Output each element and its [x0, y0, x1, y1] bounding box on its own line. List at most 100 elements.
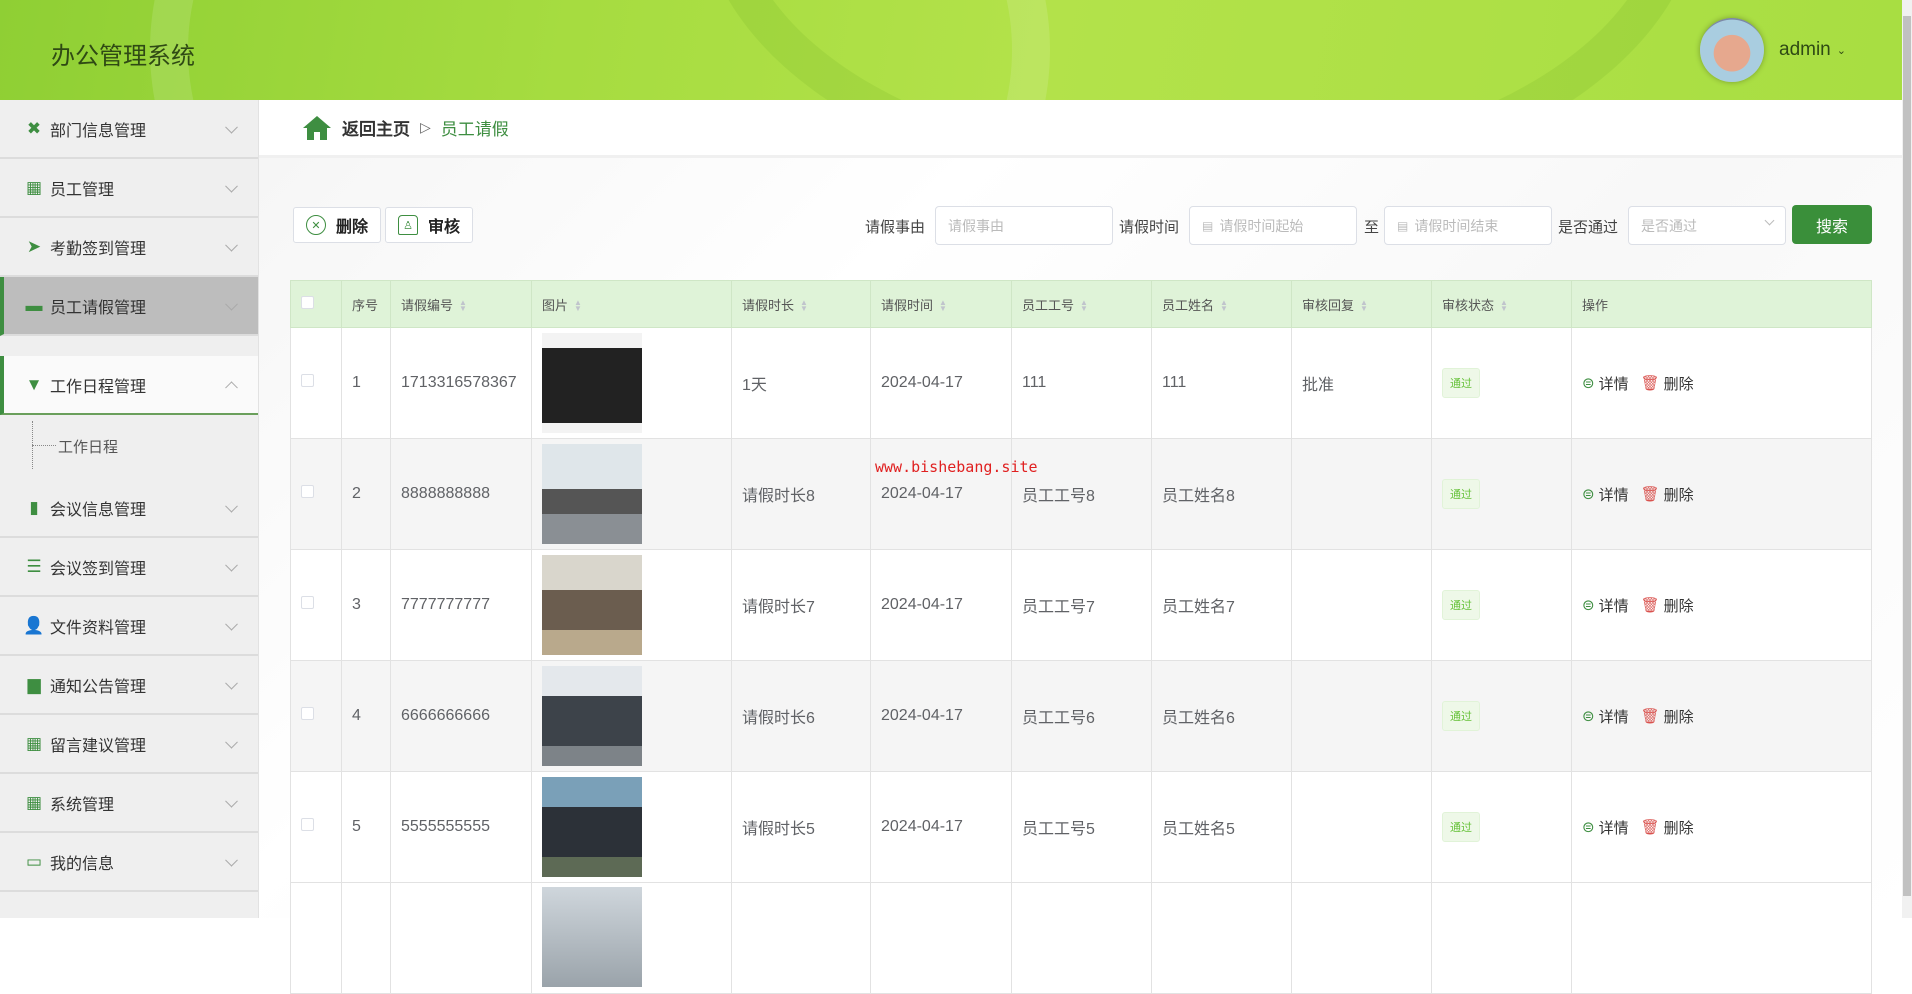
app-title: 办公管理系统	[51, 36, 195, 71]
no-cell: 1	[342, 328, 391, 439]
trash-icon: 🗑	[1641, 485, 1660, 503]
sidebar-subitem-schedule[interactable]: 工作日程	[0, 415, 258, 479]
row-checkbox[interactable]	[301, 707, 314, 720]
row-delete-label: 删除	[1664, 817, 1694, 838]
chevron-down-icon	[225, 499, 238, 512]
stamp-icon: ♙	[398, 215, 418, 235]
row-checkbox[interactable]	[301, 485, 314, 498]
home-icon[interactable]	[302, 115, 332, 141]
column-header[interactable]: 请假时间 ▲▼	[871, 281, 1012, 328]
sidebar-item-employee[interactable]: ▦员工管理	[0, 159, 258, 218]
row-delete-label: 删除	[1664, 484, 1694, 505]
column-header[interactable]: 审核回复 ▲▼	[1292, 281, 1432, 328]
sidebar-item-label: 留言建议管理	[50, 732, 146, 756]
emp_id-cell: 员工工号5	[1012, 772, 1152, 883]
no-cell: 5	[342, 772, 391, 883]
audit-button[interactable]: ♙审核	[385, 207, 473, 243]
pass-select[interactable]: 是否通过	[1628, 206, 1786, 245]
sidebar-item-schedule[interactable]: ▼工作日程管理	[0, 356, 258, 415]
select-all-checkbox[interactable]	[301, 296, 314, 309]
trash-icon: 🗑	[1641, 596, 1660, 614]
sidebar-item-meeting-signin[interactable]: ☰会议签到管理	[0, 538, 258, 597]
trash-icon: 🗑	[1641, 818, 1660, 836]
leave-photo[interactable]	[542, 333, 642, 433]
sort-icon[interactable]: ▲▼	[1080, 300, 1088, 312]
sidebar: ✖部门信息管理 ▦员工管理 ➤考勤签到管理 ▬员工请假管理 ▼工作日程管理 工作…	[0, 100, 259, 918]
sidebar-item-profile[interactable]: ▭我的信息	[0, 833, 258, 892]
detail-button[interactable]: ⊜详情	[1582, 484, 1629, 505]
sort-icon[interactable]: ▲▼	[459, 300, 467, 312]
leave-photo[interactable]	[542, 887, 642, 987]
time-end-input[interactable]: ▤请假时间结束	[1384, 206, 1552, 245]
detail-button[interactable]: ⊜详情	[1582, 373, 1629, 394]
time-start-input[interactable]: ▤请假时间起始	[1189, 206, 1357, 245]
column-header: 操作	[1572, 281, 1872, 328]
time-cell: 2024-04-17	[871, 328, 1012, 439]
row-select-cell	[291, 883, 342, 994]
row-delete-button[interactable]: 🗑删除	[1641, 706, 1694, 727]
detail-button[interactable]: ⊜详情	[1582, 817, 1629, 838]
reason-input[interactable]: 请假事由	[935, 206, 1113, 245]
scrollbar-thumb[interactable]	[1903, 16, 1911, 896]
detail-label: 详情	[1599, 484, 1629, 505]
row-checkbox[interactable]	[301, 596, 314, 609]
sidebar-item-meeting[interactable]: ▮会议信息管理	[0, 479, 258, 538]
duration-cell: 请假时长5	[732, 772, 871, 883]
column-header[interactable]: 请假编号▲▼	[391, 281, 532, 328]
column-label: 请假时间	[881, 298, 933, 313]
sort-icon[interactable]: ▲▼	[1500, 300, 1508, 312]
photo-cell	[532, 550, 732, 661]
sidebar-item-leave[interactable]: ▬员工请假管理	[0, 277, 258, 336]
row-delete-button[interactable]: 🗑删除	[1641, 817, 1694, 838]
sidebar-item-messages[interactable]: ▦留言建议管理	[0, 715, 258, 774]
brush-icon: ▼	[24, 376, 44, 394]
breadcrumb-current: 员工请假	[441, 115, 509, 140]
pass-placeholder: 是否通过	[1641, 216, 1697, 236]
row-checkbox[interactable]	[301, 818, 314, 831]
status-badge: 通过	[1442, 590, 1480, 620]
sidebar-item-attendance[interactable]: ➤考勤签到管理	[0, 218, 258, 277]
sort-icon[interactable]: ▲▼	[574, 300, 582, 312]
sidebar-item-department[interactable]: ✖部门信息管理	[0, 100, 258, 159]
sidebar-item-files[interactable]: 👤文件资料管理	[0, 597, 258, 656]
code-cell: 8888888888	[391, 439, 532, 550]
leave-photo[interactable]	[542, 777, 642, 877]
delete-button[interactable]: ✕删除	[293, 207, 381, 243]
sidebar-item-notice[interactable]: ▆通知公告管理	[0, 656, 258, 715]
grid-icon: ▦	[24, 794, 44, 812]
column-header[interactable]: 员工工号▲▼	[1012, 281, 1152, 328]
search-button[interactable]: 搜索	[1792, 205, 1872, 244]
detail-button[interactable]: ⊜详情	[1582, 706, 1629, 727]
column-header[interactable]: 审核状态▲▼	[1432, 281, 1572, 328]
chevron-down-icon	[225, 297, 238, 310]
actions-cell: ⊜详情 🗑删除	[1572, 772, 1872, 883]
breadcrumb-home-link[interactable]: 返回主页	[342, 115, 410, 140]
detail-button[interactable]: ⊜详情	[1582, 595, 1629, 616]
tree-line	[32, 445, 56, 446]
sort-icon[interactable]: ▲▼	[939, 300, 947, 312]
column-header[interactable]: 请假时长▲▼	[732, 281, 871, 328]
leave-photo[interactable]	[542, 444, 642, 544]
user-menu[interactable]: admin ⌄	[1700, 18, 1846, 82]
sort-icon[interactable]: ▲▼	[800, 300, 808, 312]
sort-icon[interactable]: ▲▼	[1220, 300, 1228, 312]
sort-icon[interactable]: ▲▼	[1360, 300, 1368, 312]
sliders-icon: ☰	[24, 558, 44, 576]
emp_name-cell: 员工姓名7	[1152, 550, 1292, 661]
row-checkbox[interactable]	[301, 374, 314, 387]
no-cell: 2	[342, 439, 391, 550]
leave-photo[interactable]	[542, 666, 642, 766]
avatar[interactable]	[1700, 18, 1764, 82]
row-delete-button[interactable]: 🗑删除	[1641, 484, 1694, 505]
scrollbar[interactable]	[1902, 0, 1912, 918]
sidebar-item-label: 会议信息管理	[50, 496, 146, 520]
row-delete-button[interactable]: 🗑删除	[1641, 595, 1694, 616]
column-header[interactable]: 图片▲▼	[532, 281, 732, 328]
leave-photo[interactable]	[542, 555, 642, 655]
row-delete-button[interactable]: 🗑删除	[1641, 373, 1694, 394]
column-label: 审核回复	[1302, 298, 1354, 313]
detail-label: 详情	[1599, 817, 1629, 838]
column-header[interactable]: 员工姓名▲▼	[1152, 281, 1292, 328]
sidebar-item-system[interactable]: ▦系统管理	[0, 774, 258, 833]
duration-cell: 请假时长8	[732, 439, 871, 550]
